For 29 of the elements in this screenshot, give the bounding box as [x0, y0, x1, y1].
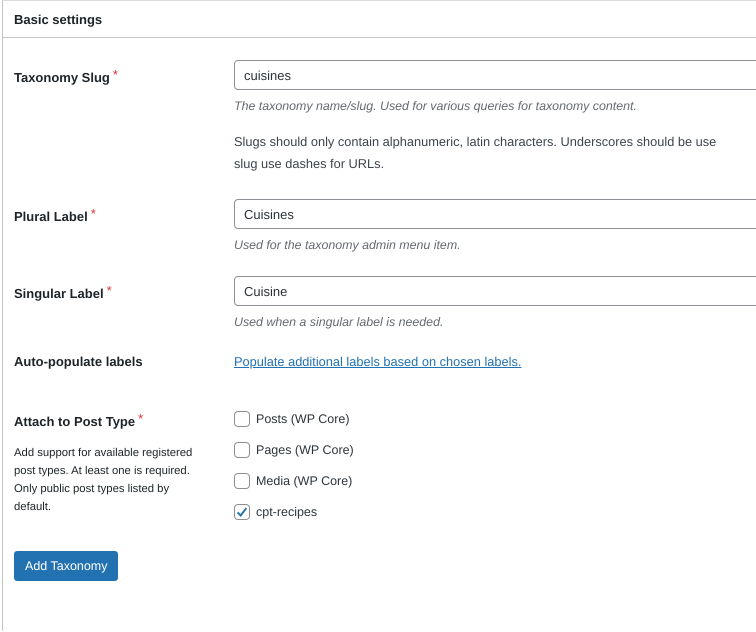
- checkbox[interactable]: [234, 504, 250, 520]
- required-asterisk: *: [112, 67, 118, 82]
- note-text: slug use dashes for URLs.: [234, 155, 386, 173]
- field-label: Attach to Post Type: [14, 414, 136, 429]
- required-asterisk: *: [90, 206, 96, 221]
- checkbox[interactable]: [234, 442, 250, 458]
- field-label: Taxonomy Slug: [14, 70, 110, 85]
- help-text: Used for the taxonomy admin menu item.: [234, 238, 462, 252]
- required-asterisk: *: [106, 283, 112, 298]
- checkbox-label: Pages (WP Core): [256, 442, 354, 456]
- populate-link[interactable]: Populate additional labels based on chosen labels.: [234, 354, 522, 369]
- help-text: The taxonomy name/slug. Used for various queries for taxonomy content.: [234, 99, 638, 113]
- checkbox-label: cpt-recipes: [256, 504, 318, 518]
- note-text: Slugs should only contain alphanumeric, latin characters. Underscores should be use: [234, 133, 718, 151]
- text-input[interactable]: Cuisine: [234, 276, 756, 306]
- field-label: Auto-populate labels: [14, 354, 143, 369]
- panel-title: Basic settings: [14, 12, 102, 26]
- field-label: Plural Label: [14, 209, 88, 224]
- field-label: Singular Label: [14, 286, 104, 301]
- add-taxonomy-button[interactable]: Add Taxonomy: [14, 551, 118, 581]
- text-input[interactable]: cuisines: [234, 60, 756, 90]
- checkbox[interactable]: [234, 410, 250, 426]
- required-asterisk: *: [138, 411, 144, 426]
- checkbox-label: Posts (WP Core): [256, 412, 350, 426]
- help-text: Used when a singular label is needed.: [234, 315, 444, 329]
- field-description: Add support for available registered post types. At least one is required. Only public post types listed by default.: [14, 446, 194, 515]
- checkbox[interactable]: [234, 472, 250, 488]
- text-input[interactable]: Cuisines: [234, 199, 756, 229]
- checkbox-label: Media (WP Core): [256, 474, 352, 488]
